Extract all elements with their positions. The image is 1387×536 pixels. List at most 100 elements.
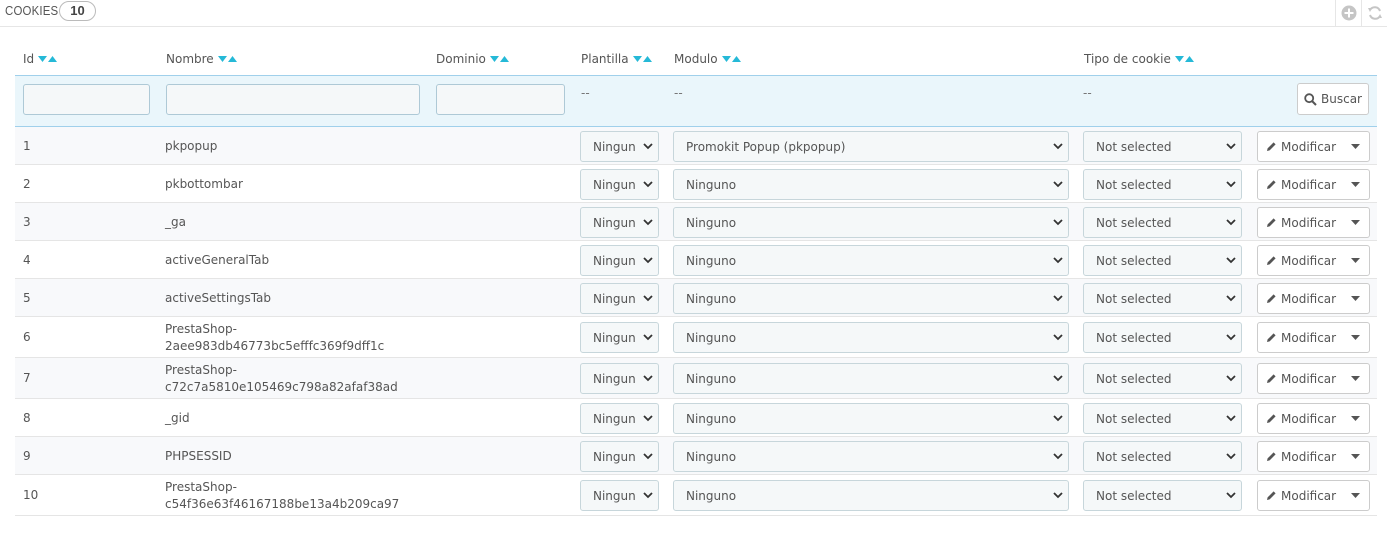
plantilla-select[interactable]: Ningun	[580, 480, 659, 511]
tipo-select[interactable]: Not selected	[1083, 169, 1242, 200]
modify-dropdown-toggle[interactable]	[1341, 258, 1369, 263]
column-header-label: Id	[23, 52, 35, 66]
modify-button[interactable]: Modificar	[1258, 331, 1341, 345]
tipo-select[interactable]: Not selected	[1083, 207, 1242, 238]
sort-desc-icon[interactable]	[721, 56, 731, 62]
modulo-select[interactable]: Ninguno	[673, 283, 1069, 314]
plantilla-select[interactable]: Ningun	[580, 403, 659, 434]
pencil-icon	[1267, 180, 1276, 189]
plantilla-select[interactable]: Ningun	[580, 207, 659, 238]
cell-id: 7	[23, 371, 31, 385]
plantilla-select[interactable]: Ningun	[580, 322, 659, 353]
tipo-select-value: Not selected	[1096, 411, 1172, 426]
plantilla-select-value: Ningun	[593, 253, 636, 268]
add-button[interactable]	[1335, 0, 1361, 26]
tipo-select[interactable]: Not selected	[1083, 131, 1242, 162]
sort-desc-icon[interactable]	[489, 56, 499, 62]
chevron-down-icon	[1053, 334, 1063, 341]
cell-name: activeSettingsTab	[165, 290, 271, 307]
plantilla-select[interactable]: Ningun	[580, 131, 659, 162]
modify-dropdown-toggle[interactable]	[1341, 296, 1369, 301]
plantilla-select[interactable]: Ningun	[580, 363, 659, 394]
modulo-select[interactable]: Ninguno	[673, 245, 1069, 276]
tipo-select[interactable]: Not selected	[1083, 283, 1242, 314]
filter-id-input[interactable]	[23, 84, 150, 115]
modify-button[interactable]: Modificar	[1258, 216, 1341, 230]
cell-name-line: activeSettingsTab	[165, 291, 272, 305]
cell-id: 3	[23, 215, 31, 229]
modulo-select-value: Promokit Popup (pkpopup)	[686, 139, 846, 154]
table-row: 2 pkbottombar Ningun Ninguno Not selected Mod…	[15, 165, 1377, 203]
tipo-select[interactable]: Not selected	[1083, 480, 1242, 511]
cell-id: 6	[23, 330, 31, 344]
modify-dropdown-toggle[interactable]	[1341, 376, 1369, 381]
modify-dropdown-toggle[interactable]	[1341, 220, 1369, 225]
sort-controls	[38, 56, 58, 62]
sort-desc-icon[interactable]	[217, 56, 227, 62]
modulo-select[interactable]: Ninguno	[673, 322, 1069, 353]
sort-desc-icon[interactable]	[1174, 56, 1184, 62]
sort-asc-icon[interactable]	[499, 56, 509, 62]
cell-name: _gid	[165, 410, 190, 427]
modify-button[interactable]: Modificar	[1258, 412, 1341, 426]
chevron-down-icon	[643, 334, 653, 341]
cell-name-line: activeGeneralTab	[165, 253, 270, 267]
panel-title: COOKIES	[5, 3, 59, 18]
plantilla-select[interactable]: Ningun	[580, 169, 659, 200]
modify-dropdown-toggle[interactable]	[1341, 335, 1369, 340]
modulo-select[interactable]: Ninguno	[673, 363, 1069, 394]
sort-asc-icon[interactable]	[48, 56, 58, 62]
tipo-select[interactable]: Not selected	[1083, 403, 1242, 434]
modify-button[interactable]: Modificar	[1258, 140, 1341, 154]
chevron-down-icon	[1226, 334, 1236, 341]
cell-id: 1	[23, 139, 31, 153]
tipo-select[interactable]: Not selected	[1083, 363, 1242, 394]
caret-down-icon	[1350, 454, 1360, 459]
modify-button-label: Modificar	[1281, 253, 1337, 268]
cell-id: 9	[23, 449, 31, 463]
add-circle-icon	[1341, 5, 1356, 21]
cell-name-line: _ga	[165, 215, 186, 229]
plantilla-select-value: Ningun	[593, 488, 636, 503]
modulo-select[interactable]: Ninguno	[673, 403, 1069, 434]
chevron-down-icon	[643, 143, 653, 150]
tipo-select-value: Not selected	[1096, 449, 1172, 464]
modify-button[interactable]: Modificar	[1258, 450, 1341, 464]
sort-asc-icon[interactable]	[1184, 56, 1194, 62]
modify-button[interactable]: Modificar	[1258, 178, 1341, 192]
modify-dropdown-toggle[interactable]	[1341, 454, 1369, 459]
sort-asc-icon[interactable]	[642, 56, 652, 62]
modify-button[interactable]: Modificar	[1258, 292, 1341, 306]
tipo-select[interactable]: Not selected	[1083, 245, 1242, 276]
refresh-button[interactable]	[1361, 0, 1387, 26]
modify-button[interactable]: Modificar	[1258, 489, 1341, 503]
modify-button[interactable]: Modificar	[1258, 372, 1341, 386]
modulo-select[interactable]: Ninguno	[673, 441, 1069, 472]
modify-dropdown-toggle[interactable]	[1341, 493, 1369, 498]
modify-dropdown-toggle[interactable]	[1341, 416, 1369, 421]
tipo-select[interactable]: Not selected	[1083, 322, 1242, 353]
filter-domain-input[interactable]	[436, 84, 565, 115]
modify-dropdown-toggle[interactable]	[1341, 144, 1369, 149]
refresh-icon	[1367, 6, 1382, 20]
search-button-label: Buscar	[1321, 92, 1362, 106]
sort-desc-icon[interactable]	[632, 56, 642, 62]
modify-button[interactable]: Modificar	[1258, 254, 1341, 268]
cell-id: 4	[23, 253, 31, 267]
modulo-select[interactable]: Ninguno	[673, 480, 1069, 511]
plantilla-select[interactable]: Ningun	[580, 441, 659, 472]
sort-asc-icon[interactable]	[731, 56, 741, 62]
filter-name-input[interactable]	[166, 84, 420, 115]
column-header-label: Modulo	[674, 52, 718, 66]
tipo-select[interactable]: Not selected	[1083, 441, 1242, 472]
modulo-select[interactable]: Promokit Popup (pkpopup)	[673, 131, 1069, 162]
sort-desc-icon[interactable]	[38, 56, 48, 62]
column-header: Nombre	[166, 52, 237, 66]
sort-asc-icon[interactable]	[227, 56, 237, 62]
modulo-select[interactable]: Ninguno	[673, 207, 1069, 238]
plantilla-select[interactable]: Ningun	[580, 283, 659, 314]
search-button[interactable]: Buscar	[1297, 83, 1369, 115]
modulo-select[interactable]: Ninguno	[673, 169, 1069, 200]
plantilla-select[interactable]: Ningun	[580, 245, 659, 276]
modify-dropdown-toggle[interactable]	[1341, 182, 1369, 187]
